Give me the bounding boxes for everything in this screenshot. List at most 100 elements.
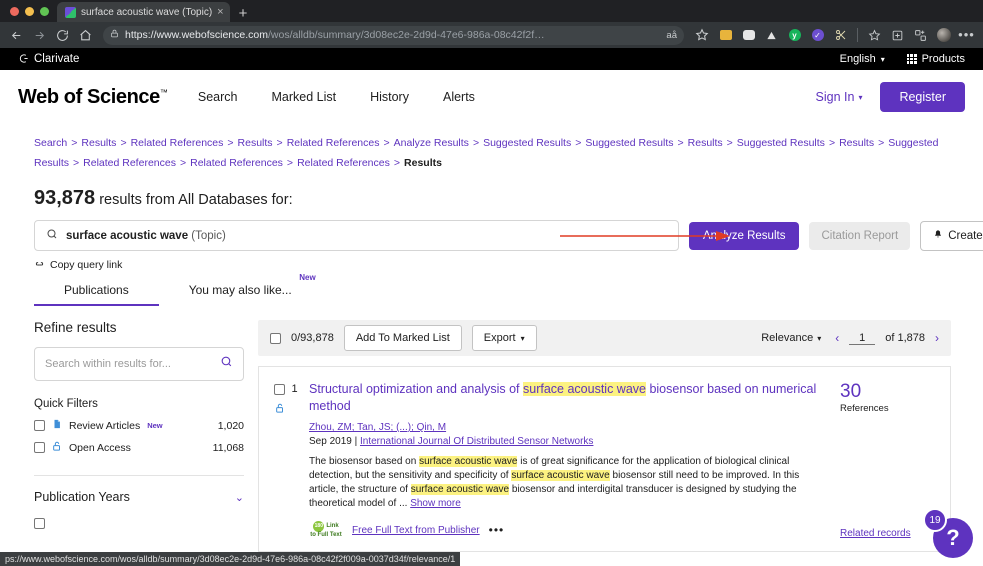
references-count[interactable]: 30 <box>840 381 861 403</box>
link-to-full-text-badge[interactable]: 180 Link to Full Text <box>309 521 343 539</box>
language-selector[interactable]: English ▾ <box>840 53 885 65</box>
create-alert-button[interactable]: Create Alert <box>920 220 983 251</box>
reader-mode-icon[interactable]: aå <box>666 30 677 41</box>
products-menu[interactable]: Products <box>906 53 965 65</box>
query-input[interactable]: surface acoustic wave (Topic) <box>34 220 730 251</box>
breadcrumb-item[interactable]: Analyze Results <box>394 137 469 149</box>
sidebar-next-filter-placeholder <box>34 516 244 534</box>
check-circle-icon[interactable]: ✓ <box>807 25 828 45</box>
nav-item-history[interactable]: History <box>370 90 409 104</box>
wos-header: Web of Science ™ Search Marked List Histo… <box>0 70 983 125</box>
previous-page-button[interactable]: ‹ <box>835 331 839 345</box>
search-within-results[interactable] <box>34 347 244 381</box>
breadcrumb-item[interactable]: Suggested Results <box>483 137 571 149</box>
breadcrumb-item[interactable]: Results <box>81 137 116 149</box>
profile-avatar[interactable] <box>933 25 954 45</box>
tab-publications-label: Publications <box>64 283 129 297</box>
extensions-icon[interactable] <box>910 25 931 45</box>
open-lock-icon <box>275 401 285 419</box>
sidebar-section-publication-years[interactable]: Publication Years ⌄ <box>34 476 244 504</box>
breadcrumb-item[interactable]: Search <box>34 137 67 149</box>
close-window-button[interactable] <box>10 6 19 16</box>
result-item-title[interactable]: Structural optimization and analysis of … <box>309 381 830 415</box>
add-collection-icon[interactable] <box>887 25 908 45</box>
filter-new-badge: New <box>147 421 163 430</box>
close-tab-icon[interactable]: × <box>217 6 223 18</box>
abstract-text: The biosensor based on <box>309 456 420 467</box>
search-icon <box>46 227 58 245</box>
forward-icon[interactable] <box>29 25 49 45</box>
grammarly-icon[interactable]: y <box>784 25 805 45</box>
breadcrumb-item[interactable]: Related References <box>297 157 390 169</box>
document-icon <box>52 418 62 433</box>
search-icon[interactable] <box>220 355 233 373</box>
home-icon[interactable] <box>75 25 95 45</box>
select-all-checkbox[interactable] <box>270 332 281 344</box>
search-within-input[interactable] <box>45 358 214 370</box>
show-more-link[interactable]: Show more <box>410 498 461 509</box>
filter-review-articles[interactable]: Review Articles New 1,020 <box>34 418 244 433</box>
abstract-highlight: surface acoustic wave <box>511 470 610 481</box>
breadcrumb-item[interactable]: Suggested Results <box>737 137 825 149</box>
nav-item-marked-list[interactable]: Marked List <box>271 90 336 104</box>
address-bar[interactable]: https://www.webofscience.com/wos/alldb/s… <box>103 25 684 45</box>
triangle-icon[interactable] <box>761 25 782 45</box>
collections-icon[interactable] <box>864 25 885 45</box>
result-item-authors[interactable]: Zhou, ZM; Tan, JS; (...); Qin, M <box>309 422 830 433</box>
page-number-input[interactable] <box>849 331 876 345</box>
sort-by-selector[interactable]: Relevance ▾ <box>761 332 821 344</box>
breadcrumb-item[interactable]: Related References <box>83 157 176 169</box>
register-button[interactable]: Register <box>880 82 965 112</box>
sidebar-placeholder-checkbox[interactable] <box>34 518 45 529</box>
breadcrumb-item[interactable]: Related References <box>190 157 283 169</box>
export-button[interactable]: Export ▾ <box>471 325 537 351</box>
breadcrumb-separator: > <box>878 137 885 149</box>
breadcrumb-item[interactable]: Results <box>238 137 273 149</box>
filter-open-access-checkbox[interactable] <box>34 442 45 453</box>
sign-in-button[interactable]: Sign In ▾ <box>816 90 863 104</box>
nav-item-alerts[interactable]: Alerts <box>443 90 475 104</box>
breadcrumb-item[interactable]: Results <box>839 137 874 149</box>
clarivate-brand[interactable]: Clarivate <box>18 53 79 66</box>
folder-icon[interactable] <box>715 25 736 45</box>
maximize-window-button[interactable] <box>40 6 49 16</box>
tab-publications[interactable]: Publications <box>34 277 159 306</box>
breadcrumb-item[interactable]: Results <box>688 137 723 149</box>
back-icon[interactable] <box>6 25 26 45</box>
help-notification-badge[interactable]: 19 <box>923 508 947 532</box>
breadcrumb-separator: > <box>383 137 390 149</box>
breadcrumb-item[interactable]: Related References <box>287 137 380 149</box>
add-favorite-icon[interactable] <box>692 25 712 45</box>
breadcrumb-item[interactable]: Related References <box>131 137 224 149</box>
related-records-link[interactable]: Related records <box>840 528 911 539</box>
result-item-links: 180 Link to Full Text Free Full Text from… <box>309 521 830 539</box>
result-item-checkbox[interactable] <box>274 383 286 395</box>
nav-item-search[interactable]: Search <box>198 90 238 104</box>
browser-tab[interactable]: surface acoustic wave (Topic) × <box>57 2 230 22</box>
free-full-text-link[interactable]: Free Full Text from Publisher <box>352 525 480 536</box>
tab-you-may-also-like[interactable]: You may also like... New <box>159 273 322 306</box>
add-to-marked-list-button[interactable]: Add To Marked List <box>343 325 462 351</box>
publication-date: Sep 2019 <box>309 436 352 447</box>
reload-icon[interactable] <box>52 25 72 45</box>
bookmark-manager-icon[interactable] <box>738 25 759 45</box>
wos-logo[interactable]: Web of Science ™ <box>18 86 168 109</box>
copy-query-link-button[interactable]: Copy query link <box>34 259 122 271</box>
scissors-icon[interactable] <box>830 25 851 45</box>
new-tab-button[interactable]: + <box>230 6 257 22</box>
status-bar-url: ps://www.webofscience.com/wos/alldb/summ… <box>0 552 461 566</box>
wos-main-nav: Search Marked List History Alerts <box>198 90 475 104</box>
breadcrumb-separator: > <box>71 137 78 149</box>
breadcrumb-separator: > <box>276 137 283 149</box>
more-options-icon[interactable]: ••• <box>489 524 505 536</box>
next-page-button[interactable]: › <box>935 331 939 345</box>
analyze-results-button[interactable]: Analyze Results <box>689 221 800 250</box>
minimize-window-button[interactable] <box>25 6 34 16</box>
filter-review-articles-checkbox[interactable] <box>34 420 45 431</box>
filter-open-access[interactable]: Open Access 11,068 <box>34 440 244 455</box>
trademark-symbol: ™ <box>159 87 168 97</box>
query-field: (Topic) <box>191 229 226 242</box>
breadcrumb-item[interactable]: Suggested Results <box>585 137 673 149</box>
journal-link[interactable]: International Journal Of Distributed Sen… <box>360 436 593 447</box>
browser-menu-icon[interactable]: ••• <box>956 25 977 45</box>
